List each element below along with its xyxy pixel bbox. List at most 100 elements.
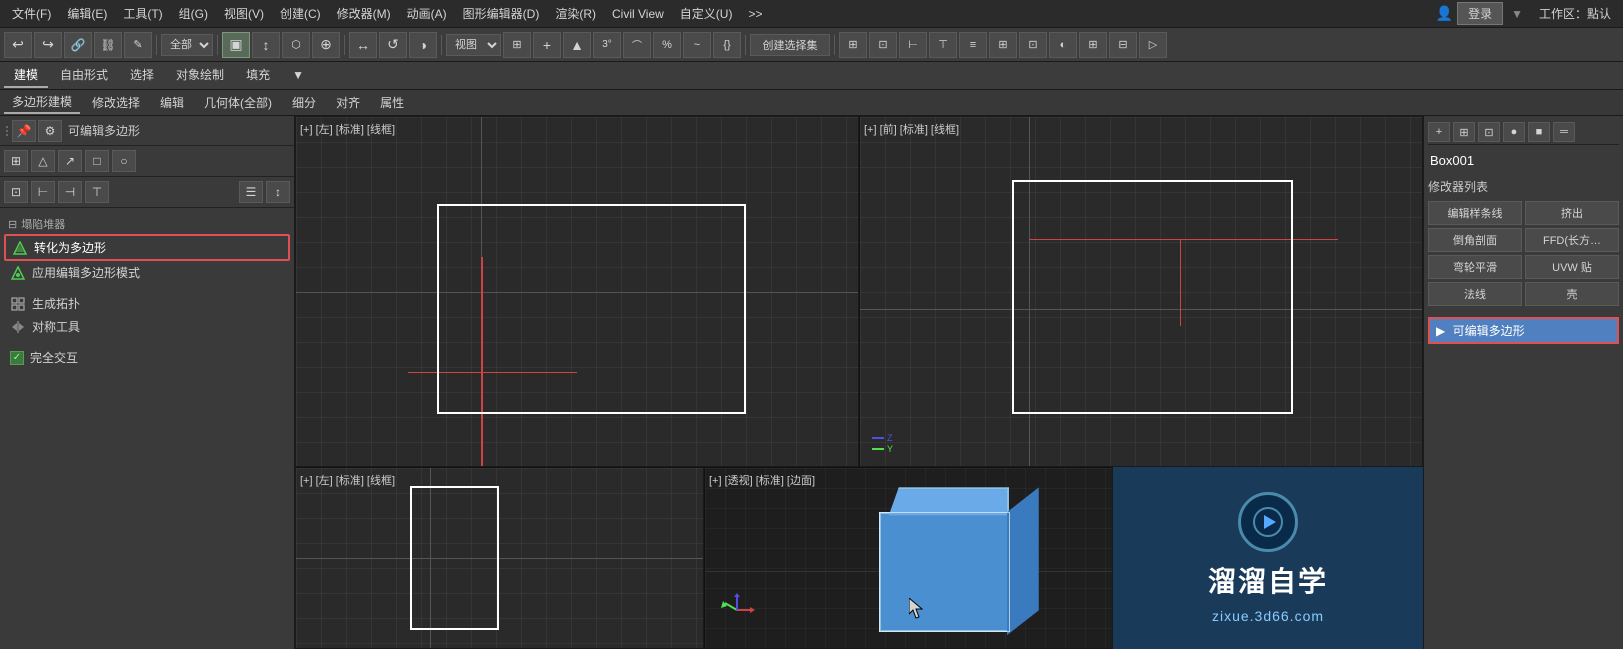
tab-freeform[interactable]: 自由形式 [50,63,118,88]
rp-sphere-icon[interactable]: ● [1503,122,1525,142]
menu-modifier[interactable]: 修改器(M) [329,2,399,25]
material-editor[interactable]: ◐ [1049,32,1077,58]
menu-file[interactable]: 文件(F) [4,2,59,25]
rp-add-icon[interactable]: + [1428,122,1450,142]
icon-vertex[interactable]: ⊞ [4,150,28,172]
rp-mod-icon[interactable]: ⊡ [1478,122,1500,142]
move-btn[interactable]: ↔ [349,32,377,58]
mod-shell[interactable]: 壳 [1525,282,1619,306]
menu-customize[interactable]: 自定义(U) [672,2,741,25]
menu-animation[interactable]: 动画(A) [399,2,455,25]
axis-center-btn[interactable]: ⊞ [503,32,531,58]
tertiary-subdivision[interactable]: 细分 [284,92,324,113]
snap-grid-btn[interactable]: ⊞ [839,32,867,58]
angle-snap[interactable]: 3° [593,32,621,58]
tab-populate[interactable]: 填充 [236,63,280,88]
tab-more-dropdown[interactable]: ▼ [282,65,314,87]
mod-turbosmooth[interactable]: 弯轮平滑 [1428,255,1522,279]
select-lasso-btn[interactable]: ⬡ [282,32,310,58]
mod-bevel-profile[interactable]: 倒角剖面 [1428,228,1522,252]
generate-topo-btn[interactable]: 生成拓扑 [4,292,290,315]
menu-graph-editor[interactable]: 图形编辑器(D) [455,2,548,25]
mirror-btn[interactable]: ⊢ [899,32,927,58]
menu-view[interactable]: 视图(V) [216,2,272,25]
icon-r2[interactable]: ⊢ [31,181,55,203]
icon-edge[interactable]: △ [31,150,55,172]
apply-edit-poly-btn[interactable]: 应用编辑多边形模式 [4,261,290,284]
panel-pin-btn[interactable]: 📌 [12,120,36,142]
icon-r5[interactable]: ☰ [239,181,263,203]
viewport-front[interactable]: Z Y [+] [前] [标准] [线框] [859,116,1423,467]
prop-editor[interactable]: {} [713,32,741,58]
icon-r1[interactable]: ⊡ [4,181,28,203]
menu-civil-view[interactable]: Civil View [604,4,672,24]
layer-mgr[interactable]: ≡ [959,32,987,58]
mod-entry-active[interactable]: ▶ 可编辑多边形 [1428,317,1619,344]
full-interactive-row[interactable]: ✓ 完全交互 [4,346,290,369]
viewport-3d[interactable]: [+] [透视] [标准] [边面] [704,467,1113,649]
viewport-label-front: [+] [前] [标准] [线框] [864,121,959,137]
scale-btn[interactable]: ◑ [409,32,437,58]
menu-render[interactable]: 渲染(R) [547,2,604,25]
tertiary-edit[interactable]: 编辑 [152,92,192,113]
icon-border[interactable]: ↗ [58,150,82,172]
icon-r6[interactable]: ↕ [266,181,290,203]
menu-edit[interactable]: 编辑(E) [59,2,115,25]
redo-button[interactable]: ↪ [34,32,62,58]
rp-geom-icon[interactable]: ⊞ [1453,122,1475,142]
render-frame[interactable]: ⊟ [1109,32,1137,58]
mod-uvw[interactable]: UVW 贴 [1525,255,1619,279]
menu-tools[interactable]: 工具(T) [115,2,170,25]
mod-normal[interactable]: 法线 [1428,282,1522,306]
edit-constraints[interactable]: ~ [683,32,711,58]
select-btn[interactable]: ▣ [222,32,250,58]
bind-button[interactable]: ✎ [124,32,152,58]
symmetry-tool-btn[interactable]: 对称工具 [4,315,290,338]
curve-editor[interactable]: ⊞ [989,32,1017,58]
select-region-btn[interactable]: ↕ [252,32,280,58]
render-setup[interactable]: ⊞ [1079,32,1107,58]
icon-polygon[interactable]: □ [85,150,109,172]
tertiary-properties[interactable]: 属性 [372,92,412,113]
percent-snap[interactable]: ⌒ [623,32,651,58]
align-btn[interactable]: ⊤ [929,32,957,58]
spinner-snap[interactable]: % [653,32,681,58]
mod-extrude[interactable]: 挤出 [1525,201,1619,225]
create-selection-set-btn[interactable]: 创建选择集 [750,34,830,56]
full-interactive-checkbox[interactable]: ✓ [10,351,24,365]
mod-ffd[interactable]: FFD(长方… [1525,228,1619,252]
panel-config-btn[interactable]: ⚙ [38,120,62,142]
viewport-bottom-left[interactable]: [+] [左] [标准] [线框] [295,467,704,649]
icon-element[interactable]: ○ [112,150,136,172]
icon-r4[interactable]: ⊤ [85,181,109,203]
convert-to-poly-btn[interactable]: 转化为多边形 [4,234,290,261]
tertiary-modify-sel[interactable]: 修改选择 [84,92,148,113]
tab-selection[interactable]: 选择 [120,63,164,88]
unlink-button[interactable]: ⛓ [94,32,122,58]
menu-create[interactable]: 创建(C) [272,2,329,25]
link-button[interactable]: 🔗 [64,32,92,58]
tab-paint[interactable]: 对象绘制 [166,63,234,88]
render-btn[interactable]: ▷ [1139,32,1167,58]
select-pivot-btn[interactable]: + [533,32,561,58]
snap-toggle[interactable]: ▲ [563,32,591,58]
rotate-btn[interactable]: ↺ [379,32,407,58]
rp-table-icon[interactable]: ═ [1553,122,1575,142]
snap-angle-btn[interactable]: ⊡ [869,32,897,58]
tertiary-geom-all[interactable]: 几何体(全部) [196,92,280,113]
tab-modeling[interactable]: 建模 [4,63,48,88]
schematic-view[interactable]: ⊡ [1019,32,1047,58]
login-button[interactable]: 登录 [1457,2,1503,25]
rp-rect-icon[interactable]: ■ [1528,122,1550,142]
undo-button[interactable]: ↩ [4,32,32,58]
selection-filter[interactable]: 全部 [161,34,213,56]
icon-r3[interactable]: ⊣ [58,181,82,203]
tertiary-poly-model[interactable]: 多边形建模 [4,91,80,114]
menu-more[interactable]: >> [740,4,770,24]
menu-group[interactable]: 组(G) [171,2,216,25]
paint-select-btn[interactable]: ⊕ [312,32,340,58]
mod-edit-spline[interactable]: 编辑样条线 [1428,201,1522,225]
viewport-left[interactable]: [+] [左] [标准] [线框] [295,116,859,467]
reference-coord[interactable]: 视图 [446,34,501,56]
tertiary-align[interactable]: 对齐 [328,92,368,113]
